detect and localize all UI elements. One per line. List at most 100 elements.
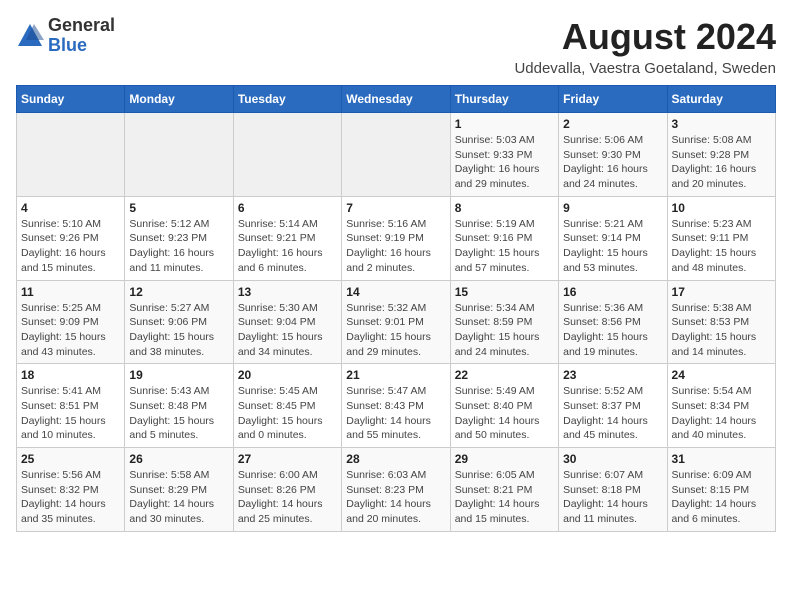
day-number: 11 xyxy=(21,285,120,299)
calendar-cell: 21Sunrise: 5:47 AM Sunset: 8:43 PM Dayli… xyxy=(342,364,450,448)
calendar-cell: 15Sunrise: 5:34 AM Sunset: 8:59 PM Dayli… xyxy=(450,280,558,364)
calendar-cell: 8 Sunrise: 5:19 AM Sunset: 9:16 PM Daylig… xyxy=(450,196,558,280)
day-number: 23 xyxy=(563,368,662,382)
day-number: 12 xyxy=(129,285,228,299)
weekday-header-tuesday: Tuesday xyxy=(233,86,341,113)
day-info: Sunrise: 5:56 AM Sunset: 8:32 PM Dayligh… xyxy=(21,468,120,527)
calendar-cell: 23 Sunrise: 5:52 AM Sunset: 8:37 PM Dayli… xyxy=(559,364,667,448)
weekday-header-monday: Monday xyxy=(125,86,233,113)
calendar-cell xyxy=(125,113,233,197)
calendar-cell: 20 Sunrise: 5:45 AM Sunset: 8:45 PM Dayli… xyxy=(233,364,341,448)
calendar-cell: 19Sunrise: 5:43 AM Sunset: 8:48 PM Dayli… xyxy=(125,364,233,448)
day-number: 4 xyxy=(21,201,120,215)
calendar-cell: 26 Sunrise: 5:58 AM Sunset: 8:29 PM Dayli… xyxy=(125,448,233,532)
logo-icon xyxy=(16,22,44,50)
calendar-cell xyxy=(17,113,125,197)
calendar-cell: 2Sunrise: 5:06 AM Sunset: 9:30 PM Daylig… xyxy=(559,113,667,197)
day-info: Sunrise: 6:00 AM Sunset: 8:26 PM Dayligh… xyxy=(238,468,337,527)
day-info: Sunrise: 5:30 AM Sunset: 9:04 PM Dayligh… xyxy=(238,301,337,360)
day-number: 29 xyxy=(455,452,554,466)
calendar-cell: 4 Sunrise: 5:10 AM Sunset: 9:26 PM Daylig… xyxy=(17,196,125,280)
day-info: Sunrise: 5:49 AM Sunset: 8:40 PM Dayligh… xyxy=(455,384,554,443)
day-number: 2 xyxy=(563,117,662,131)
day-info: Sunrise: 5:52 AM Sunset: 8:37 PM Dayligh… xyxy=(563,384,662,443)
day-info: Sunrise: 5:19 AM Sunset: 9:16 PM Dayligh… xyxy=(455,217,554,276)
day-number: 17 xyxy=(672,285,771,299)
day-number: 8 xyxy=(455,201,554,215)
day-number: 21 xyxy=(346,368,445,382)
location-title: Uddevalla, Vaestra Goetaland, Sweden xyxy=(514,60,776,77)
weekday-header-wednesday: Wednesday xyxy=(342,86,450,113)
calendar-cell: 17 Sunrise: 5:38 AM Sunset: 8:53 PM Dayli… xyxy=(667,280,775,364)
day-number: 22 xyxy=(455,368,554,382)
day-info: Sunrise: 5:21 AM Sunset: 9:14 PM Dayligh… xyxy=(563,217,662,276)
day-info: Sunrise: 5:34 AM Sunset: 8:59 PM Dayligh… xyxy=(455,301,554,360)
day-info: Sunrise: 5:25 AM Sunset: 9:09 PM Dayligh… xyxy=(21,301,120,360)
day-number: 26 xyxy=(129,452,228,466)
day-number: 1 xyxy=(455,117,554,131)
day-info: Sunrise: 5:36 AM Sunset: 8:56 PM Dayligh… xyxy=(563,301,662,360)
calendar-cell: 9Sunrise: 5:21 AM Sunset: 9:14 PM Daylig… xyxy=(559,196,667,280)
day-info: Sunrise: 5:23 AM Sunset: 9:11 PM Dayligh… xyxy=(672,217,771,276)
calendar-cell: 27Sunrise: 6:00 AM Sunset: 8:26 PM Dayli… xyxy=(233,448,341,532)
calendar-cell: 30 Sunrise: 6:07 AM Sunset: 8:18 PM Dayli… xyxy=(559,448,667,532)
day-number: 13 xyxy=(238,285,337,299)
calendar-cell: 16Sunrise: 5:36 AM Sunset: 8:56 PM Dayli… xyxy=(559,280,667,364)
day-info: Sunrise: 5:41 AM Sunset: 8:51 PM Dayligh… xyxy=(21,384,120,443)
weekday-header-thursday: Thursday xyxy=(450,86,558,113)
calendar-cell: 24 Sunrise: 5:54 AM Sunset: 8:34 PM Dayli… xyxy=(667,364,775,448)
day-info: Sunrise: 5:45 AM Sunset: 8:45 PM Dayligh… xyxy=(238,384,337,443)
calendar-cell: 6 Sunrise: 5:14 AM Sunset: 9:21 PM Daylig… xyxy=(233,196,341,280)
calendar-table: SundayMondayTuesdayWednesdayThursdayFrid… xyxy=(16,85,776,532)
calendar-cell: 28Sunrise: 6:03 AM Sunset: 8:23 PM Dayli… xyxy=(342,448,450,532)
day-info: Sunrise: 5:32 AM Sunset: 9:01 PM Dayligh… xyxy=(346,301,445,360)
day-number: 19 xyxy=(129,368,228,382)
day-info: Sunrise: 6:07 AM Sunset: 8:18 PM Dayligh… xyxy=(563,468,662,527)
calendar-week-row: 25Sunrise: 5:56 AM Sunset: 8:32 PM Dayli… xyxy=(17,448,776,532)
day-info: Sunrise: 5:16 AM Sunset: 9:19 PM Dayligh… xyxy=(346,217,445,276)
logo: General Blue xyxy=(16,16,115,56)
day-number: 31 xyxy=(672,452,771,466)
calendar-cell: 29 Sunrise: 6:05 AM Sunset: 8:21 PM Dayli… xyxy=(450,448,558,532)
day-number: 30 xyxy=(563,452,662,466)
calendar-cell: 13 Sunrise: 5:30 AM Sunset: 9:04 PM Dayli… xyxy=(233,280,341,364)
day-info: Sunrise: 5:27 AM Sunset: 9:06 PM Dayligh… xyxy=(129,301,228,360)
calendar-cell: 22 Sunrise: 5:49 AM Sunset: 8:40 PM Dayli… xyxy=(450,364,558,448)
day-info: Sunrise: 5:12 AM Sunset: 9:23 PM Dayligh… xyxy=(129,217,228,276)
day-info: Sunrise: 5:14 AM Sunset: 9:21 PM Dayligh… xyxy=(238,217,337,276)
calendar-cell: 1 Sunrise: 5:03 AM Sunset: 9:33 PM Daylig… xyxy=(450,113,558,197)
day-info: Sunrise: 5:58 AM Sunset: 8:29 PM Dayligh… xyxy=(129,468,228,527)
day-number: 24 xyxy=(672,368,771,382)
weekday-header-friday: Friday xyxy=(559,86,667,113)
calendar-cell xyxy=(233,113,341,197)
day-number: 18 xyxy=(21,368,120,382)
calendar-cell: 31 Sunrise: 6:09 AM Sunset: 8:15 PM Dayli… xyxy=(667,448,775,532)
day-info: Sunrise: 5:08 AM Sunset: 9:28 PM Dayligh… xyxy=(672,133,771,192)
day-number: 6 xyxy=(238,201,337,215)
day-info: Sunrise: 5:10 AM Sunset: 9:26 PM Dayligh… xyxy=(21,217,120,276)
day-number: 20 xyxy=(238,368,337,382)
calendar-week-row: 4 Sunrise: 5:10 AM Sunset: 9:26 PM Daylig… xyxy=(17,196,776,280)
calendar-week-row: 1 Sunrise: 5:03 AM Sunset: 9:33 PM Daylig… xyxy=(17,113,776,197)
day-number: 5 xyxy=(129,201,228,215)
calendar-cell: 14 Sunrise: 5:32 AM Sunset: 9:01 PM Dayli… xyxy=(342,280,450,364)
month-title: August 2024 xyxy=(514,16,776,58)
day-info: Sunrise: 5:54 AM Sunset: 8:34 PM Dayligh… xyxy=(672,384,771,443)
calendar-cell: 11 Sunrise: 5:25 AM Sunset: 9:09 PM Dayli… xyxy=(17,280,125,364)
calendar-cell xyxy=(342,113,450,197)
title-area: August 2024 Uddevalla, Vaestra Goetaland… xyxy=(514,16,776,77)
day-info: Sunrise: 5:38 AM Sunset: 8:53 PM Dayligh… xyxy=(672,301,771,360)
day-info: Sunrise: 6:09 AM Sunset: 8:15 PM Dayligh… xyxy=(672,468,771,527)
day-number: 14 xyxy=(346,285,445,299)
calendar-week-row: 11 Sunrise: 5:25 AM Sunset: 9:09 PM Dayli… xyxy=(17,280,776,364)
calendar-cell: 7Sunrise: 5:16 AM Sunset: 9:19 PM Daylig… xyxy=(342,196,450,280)
page-header: General Blue August 2024 Uddevalla, Vaes… xyxy=(16,16,776,77)
calendar-cell: 25Sunrise: 5:56 AM Sunset: 8:32 PM Dayli… xyxy=(17,448,125,532)
calendar-cell: 18 Sunrise: 5:41 AM Sunset: 8:51 PM Dayli… xyxy=(17,364,125,448)
calendar-week-row: 18 Sunrise: 5:41 AM Sunset: 8:51 PM Dayli… xyxy=(17,364,776,448)
day-info: Sunrise: 6:05 AM Sunset: 8:21 PM Dayligh… xyxy=(455,468,554,527)
day-info: Sunrise: 5:03 AM Sunset: 9:33 PM Dayligh… xyxy=(455,133,554,192)
day-info: Sunrise: 6:03 AM Sunset: 8:23 PM Dayligh… xyxy=(346,468,445,527)
calendar-cell: 5 Sunrise: 5:12 AM Sunset: 9:23 PM Daylig… xyxy=(125,196,233,280)
calendar-cell: 3Sunrise: 5:08 AM Sunset: 9:28 PM Daylig… xyxy=(667,113,775,197)
